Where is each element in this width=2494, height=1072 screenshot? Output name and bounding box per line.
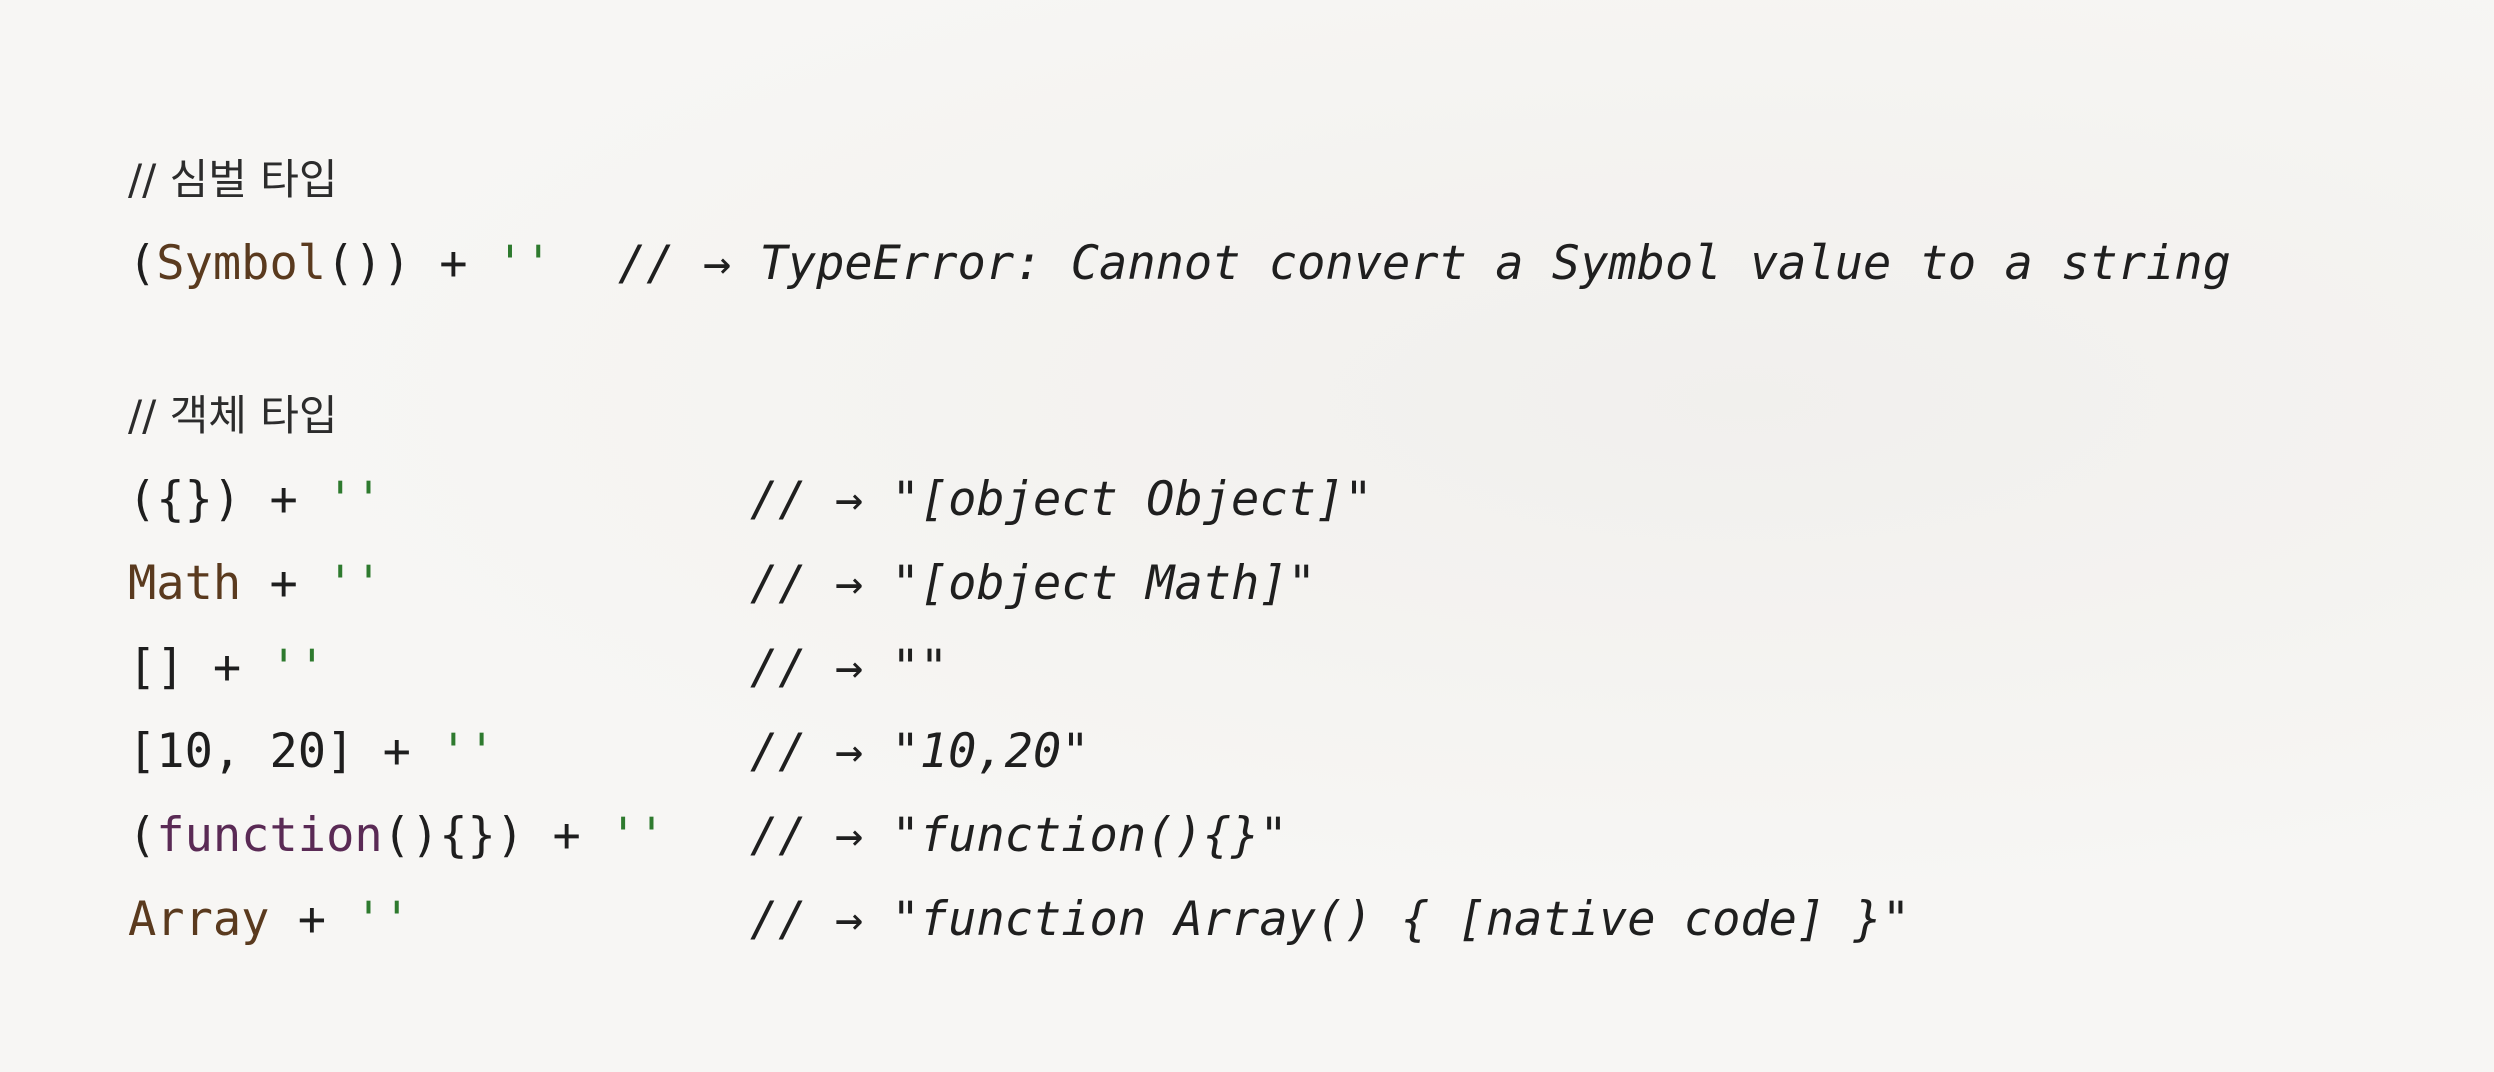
code-token: Symbol — [156, 236, 327, 291]
result-comment: // → TypeError: Cannot convert a Symbol … — [618, 236, 2231, 291]
code-token: [10, 20] + — [128, 724, 440, 779]
code-expression: [10, 20] + '' — [128, 710, 496, 794]
code-expression: (function(){}) + '' — [128, 794, 666, 878]
result-comment: // → "[object Object]" — [750, 472, 1373, 527]
result-comment: // → "function Array() { [native code] }… — [750, 892, 1911, 947]
code-block: // 심벌 타입 (Symbol()) + ''// → TypeError: C… — [128, 28, 2231, 1072]
code-listing: // 심벌 타입 (Symbol()) + ''// → TypeError: C… — [128, 138, 2231, 962]
code-line: (Symbol()) + '' // → TypeError: Cannot co… — [128, 222, 2231, 306]
code-token: '' — [326, 556, 383, 611]
result-comment: // → "[object Math]" — [750, 556, 1316, 611]
section-comment: // 심벌 타입 — [128, 155, 338, 204]
result-comment: // → "function(){}" — [750, 808, 1288, 863]
code-expression: Array + '' — [128, 878, 411, 962]
code-line: Math + '' // → "[object Math]" — [128, 542, 1316, 626]
code-token: + — [269, 892, 355, 947]
code-token: ()) + — [326, 236, 496, 291]
code-expression: [] + '' — [128, 626, 326, 710]
code-token: ( — [128, 808, 157, 863]
code-token: '' — [609, 808, 666, 863]
code-line: [] + '' // → "" — [128, 626, 948, 710]
section-comment: // 객체 타입 — [128, 391, 338, 440]
code-token: '' — [269, 640, 327, 695]
code-expression: ({}) + '' — [128, 458, 383, 542]
code-token: Math — [128, 556, 242, 611]
code-token: '' — [495, 236, 553, 291]
code-token: ( — [128, 236, 157, 291]
code-line: (function(){}) + '' // → "function(){}" — [128, 794, 1288, 878]
code-token: '' — [354, 892, 411, 947]
code-expression: (Symbol()) + '' — [128, 222, 552, 306]
code-token: '' — [439, 724, 496, 779]
code-token: function — [156, 808, 383, 863]
result-comment: // → "10,20" — [750, 724, 1090, 779]
result-comment: // → "" — [750, 640, 949, 695]
code-token: [] + — [128, 640, 270, 695]
code-line: ({}) + '' // → "[object Object]" — [128, 458, 1373, 542]
code-token: + — [241, 556, 327, 611]
code-token: (){}) + — [382, 808, 610, 863]
code-expression: Math + '' — [128, 542, 383, 626]
code-line: [10, 20] + '' // → "10,20" — [128, 710, 1090, 794]
code-token: ({}) + — [128, 472, 327, 527]
code-line: Array + '' // → "function Array() { [nati… — [128, 878, 1910, 962]
code-token: '' — [326, 472, 383, 527]
code-page: // 심벌 타입 (Symbol()) + ''// → TypeError: C… — [0, 0, 2494, 1000]
code-token: Array — [128, 892, 270, 947]
